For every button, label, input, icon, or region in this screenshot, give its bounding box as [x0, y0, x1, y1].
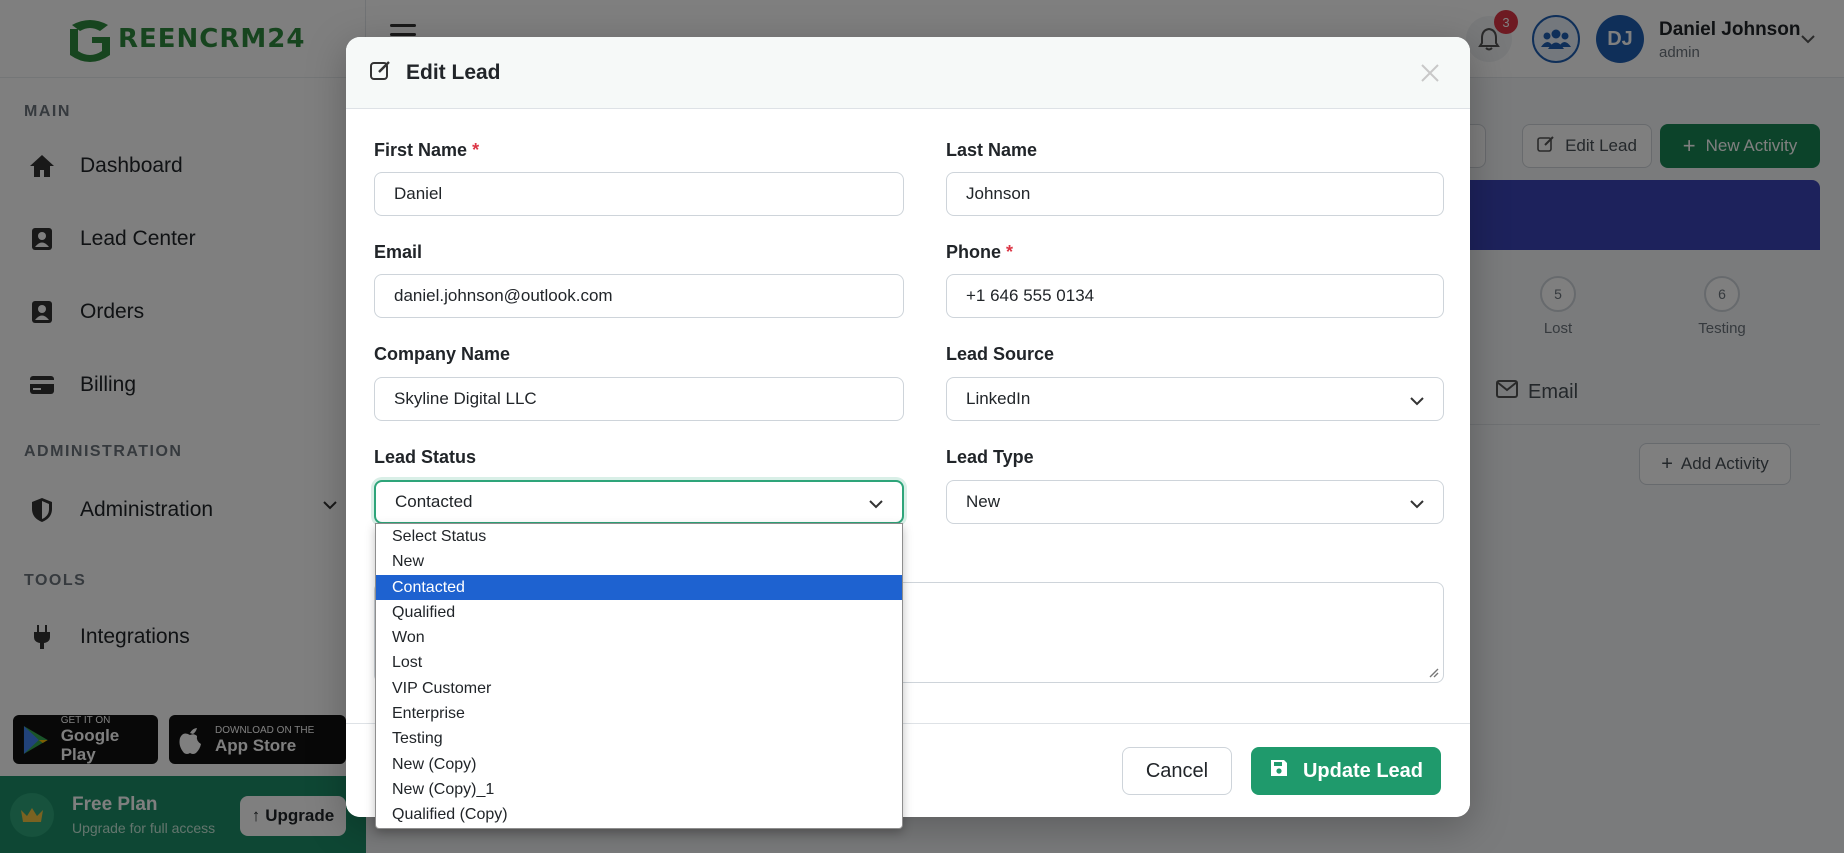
chevron-down-icon: [1409, 495, 1425, 515]
dropdown-option[interactable]: Enterprise: [376, 701, 902, 726]
save-icon: [1269, 758, 1289, 784]
lead-source-label: Lead Source: [946, 344, 1055, 364]
cancel-button[interactable]: Cancel: [1122, 747, 1232, 795]
lead-type-value: New: [966, 492, 1001, 511]
dropdown-option[interactable]: VIP Customer: [376, 676, 902, 701]
phone-label-text: Phone: [946, 242, 1002, 262]
lead-source-value: LinkedIn: [966, 389, 1031, 408]
edit-icon: [370, 59, 392, 86]
company-name-input[interactable]: Skyline Digital LLC: [374, 377, 904, 421]
last-name-input[interactable]: Johnson: [946, 172, 1444, 216]
resize-handle-icon[interactable]: [1427, 666, 1439, 678]
lead-type-select[interactable]: New: [946, 480, 1444, 524]
dropdown-option[interactable]: Qualified: [376, 600, 902, 625]
phone-label: Phone *: [946, 242, 1013, 263]
lead-status-label: Lead Status: [374, 447, 477, 467]
chevron-down-icon: [868, 495, 884, 515]
phone-input[interactable]: +1 646 555 0134: [946, 274, 1444, 318]
dropdown-option[interactable]: New: [376, 549, 902, 574]
email-label: Email: [374, 242, 423, 262]
email-input[interactable]: daniel.johnson@outlook.com: [374, 274, 904, 318]
dropdown-option[interactable]: Testing: [376, 726, 902, 751]
last-name-label: Last Name: [946, 140, 1038, 160]
first-name-input[interactable]: Daniel: [374, 172, 904, 216]
required-mark: *: [472, 140, 480, 160]
required-mark: *: [1006, 242, 1014, 262]
dropdown-option[interactable]: Lost: [376, 650, 902, 675]
lead-source-select[interactable]: LinkedIn: [946, 377, 1444, 421]
lead-status-value: Contacted: [395, 492, 473, 511]
dropdown-option[interactable]: Won: [376, 625, 902, 650]
lead-status-select[interactable]: Contacted: [374, 480, 904, 524]
dropdown-option[interactable]: Qualified (Copy): [376, 802, 902, 827]
update-lead-label: Update Lead: [1302, 759, 1424, 782]
dropdown-option[interactable]: New (Copy): [376, 752, 902, 777]
dropdown-option[interactable]: Select Status: [376, 524, 902, 549]
company-name-label: Company Name: [374, 344, 511, 364]
lead-status-dropdown-list[interactable]: Select Status New Contacted Qualified Won Los…: [375, 523, 903, 829]
first-name-label: First Name *: [374, 140, 479, 161]
modal-header: Edit Lead: [346, 37, 1470, 109]
first-name-label-text: First Name: [374, 140, 468, 160]
dropdown-option[interactable]: Contacted: [376, 574, 902, 600]
dropdown-option[interactable]: New (Copy)_1: [376, 777, 902, 802]
close-icon[interactable]: [1418, 61, 1442, 85]
chevron-down-icon: [1409, 392, 1425, 412]
update-lead-button[interactable]: Update Lead: [1251, 747, 1441, 795]
modal-title: Edit Lead: [406, 60, 501, 84]
lead-type-label: Lead Type: [946, 447, 1034, 467]
